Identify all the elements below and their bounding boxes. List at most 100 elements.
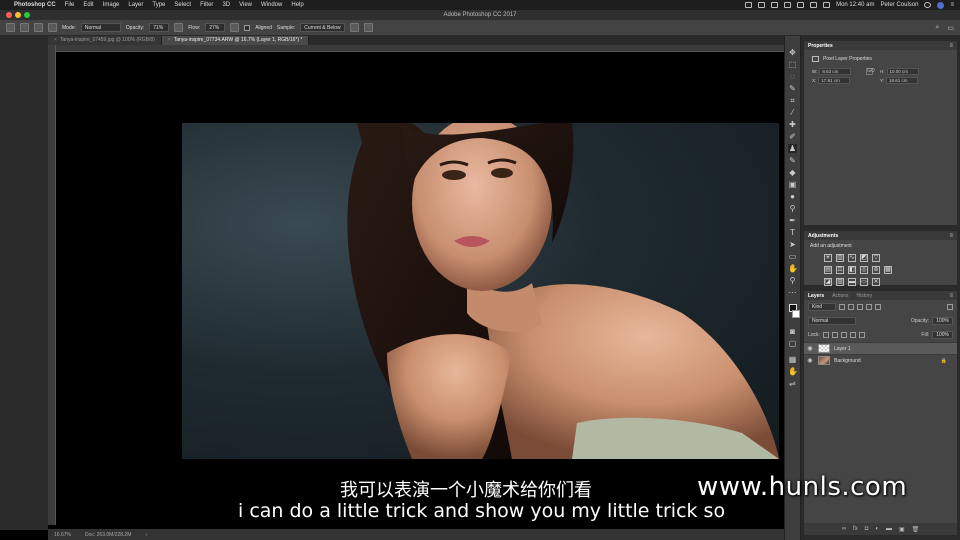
wifi-icon[interactable] bbox=[797, 2, 805, 8]
pen-tool-icon[interactable]: ✒ bbox=[788, 216, 797, 225]
menu-type[interactable]: Type bbox=[152, 2, 165, 8]
quick-select-tool-icon[interactable]: ✎ bbox=[788, 84, 797, 93]
curves-icon[interactable]: ∿ bbox=[848, 254, 856, 262]
menu-help[interactable]: Help bbox=[291, 2, 303, 8]
background-color-swatch[interactable] bbox=[791, 310, 800, 318]
color-lookup-icon[interactable]: ▦ bbox=[884, 266, 892, 274]
menu-window[interactable]: Window bbox=[261, 2, 282, 8]
actions-tab[interactable]: Actions bbox=[832, 293, 848, 299]
eraser-tool-icon[interactable]: ◆ bbox=[788, 168, 797, 177]
path-select-tool-icon[interactable]: ➤ bbox=[788, 240, 797, 249]
adjust-panel-icon[interactable]: ⇌ bbox=[788, 379, 797, 388]
history-tab[interactable]: History bbox=[857, 293, 873, 299]
brush-size-icon[interactable] bbox=[20, 23, 29, 32]
levels-icon[interactable]: ▥ bbox=[836, 254, 844, 262]
ruler-top[interactable] bbox=[56, 45, 784, 52]
layer-style-icon[interactable]: fx bbox=[853, 526, 858, 532]
color-balance-icon[interactable]: ⚖ bbox=[836, 266, 844, 274]
brightness-contrast-icon[interactable]: ☀ bbox=[824, 254, 832, 262]
adjustments-tab[interactable]: Adjustments bbox=[808, 233, 838, 239]
clone-source-icon[interactable] bbox=[48, 23, 57, 32]
properties-tab[interactable]: Properties bbox=[808, 43, 833, 49]
siri-icon[interactable] bbox=[937, 1, 945, 9]
type-tool-icon[interactable]: T bbox=[788, 228, 797, 237]
move-tool-icon[interactable]: ✥ bbox=[788, 48, 797, 57]
x-input[interactable]: 17.91 cm bbox=[818, 77, 851, 84]
menu-layer[interactable]: Layer bbox=[128, 2, 143, 8]
menu-image[interactable]: Image bbox=[103, 2, 120, 8]
hand-tool-icon[interactable]: ✋ bbox=[788, 264, 798, 273]
new-layer-icon[interactable]: ▣ bbox=[899, 526, 905, 533]
airbrush-icon[interactable] bbox=[230, 23, 240, 32]
quick-mask-icon[interactable]: ◙ bbox=[788, 327, 797, 336]
menu-select[interactable]: Select bbox=[174, 2, 191, 8]
filter-shape-icon[interactable] bbox=[866, 304, 872, 310]
lock-position-icon[interactable] bbox=[840, 332, 847, 338]
sample-select[interactable]: Current & Below bbox=[300, 23, 345, 32]
crop-tool-icon[interactable]: ⌗ bbox=[788, 96, 797, 105]
vibrance-icon[interactable]: ▽ bbox=[872, 254, 880, 262]
photo-filter-icon[interactable]: ◎ bbox=[860, 266, 868, 274]
lock-pixels-icon[interactable] bbox=[831, 332, 838, 338]
hand-panel-icon[interactable]: ✋ bbox=[788, 367, 798, 376]
layer-row[interactable]: ◉ Background 🔒 bbox=[804, 354, 957, 366]
search-icon[interactable]: ⌕ bbox=[935, 24, 939, 32]
eye-icon[interactable]: ◉ bbox=[804, 345, 816, 352]
lasso-tool-icon[interactable]: ◌ bbox=[788, 72, 797, 81]
layer-row[interactable]: ◉ Layer 1 bbox=[804, 342, 957, 354]
channel-mixer-icon[interactable]: ⊛ bbox=[872, 266, 880, 274]
clock[interactable]: Mon 12:40 am bbox=[836, 2, 874, 8]
menu-edit[interactable]: Edit bbox=[83, 2, 93, 8]
width-input[interactable]: 8.63 cm bbox=[819, 68, 852, 75]
doc-tab-2[interactable]: × Tanya-inspire_07734.ARW @ 16.7% (Layer … bbox=[161, 36, 310, 45]
marquee-tool-icon[interactable]: ⬚ bbox=[788, 60, 797, 69]
zoom-window-button[interactable] bbox=[24, 12, 30, 18]
delete-layer-icon[interactable]: 🗑 bbox=[912, 526, 920, 533]
invert-icon[interactable]: ◪ bbox=[824, 278, 832, 286]
link-icon[interactable]: GO bbox=[866, 68, 875, 75]
filter-toggle-icon[interactable] bbox=[947, 304, 953, 310]
close-tab-icon[interactable]: × bbox=[168, 37, 171, 43]
lock-transparent-icon[interactable] bbox=[822, 332, 829, 338]
eyedropper-tool-icon[interactable]: ⁄ bbox=[788, 108, 797, 117]
filter-smart-object-icon[interactable] bbox=[875, 304, 881, 310]
menu-app-name[interactable]: Photoshop CC bbox=[14, 2, 56, 8]
close-tab-icon[interactable]: × bbox=[54, 37, 57, 43]
black-white-icon[interactable]: ◧ bbox=[848, 266, 856, 274]
doc-size[interactable]: Doc: 263.0M/228.2M bbox=[85, 532, 131, 538]
pressure-size-icon[interactable] bbox=[363, 23, 373, 32]
brush-tool-icon[interactable]: ✐ bbox=[788, 132, 797, 141]
layers-tab[interactable]: Layers bbox=[808, 293, 824, 299]
filter-adjustment-icon[interactable] bbox=[848, 304, 854, 310]
panel-menu-icon[interactable]: ≡ bbox=[949, 233, 953, 239]
canvas-area[interactable] bbox=[56, 52, 784, 525]
volume-icon[interactable] bbox=[810, 2, 818, 8]
search-icon[interactable] bbox=[924, 2, 932, 8]
mode-select[interactable]: Normal bbox=[80, 23, 121, 32]
adjustment-layer-icon[interactable]: ◐ bbox=[875, 526, 879, 532]
hue-saturation-icon[interactable]: ▤ bbox=[824, 266, 832, 274]
dropbox-icon[interactable] bbox=[758, 2, 766, 8]
healing-tool-icon[interactable]: ✚ bbox=[788, 120, 797, 129]
layer-name[interactable]: Background bbox=[834, 358, 861, 364]
layer-opacity-input[interactable]: 100% bbox=[932, 317, 953, 325]
workspace-icon[interactable]: ▭ bbox=[947, 24, 954, 32]
zoom-tool-icon[interactable]: ⚲ bbox=[788, 276, 797, 285]
menu-file[interactable]: File bbox=[65, 2, 75, 8]
notification-icon[interactable]: ≡ bbox=[950, 2, 954, 8]
doc-tab-1[interactable]: × Tanya-inspire_07459.jpg @ 100% (RGB/8) bbox=[48, 36, 162, 45]
threshold-icon[interactable]: ▬ bbox=[848, 278, 856, 286]
bluetooth-icon[interactable] bbox=[784, 2, 792, 8]
user-name[interactable]: Peter Coulson bbox=[880, 2, 918, 8]
status-arrow-icon[interactable]: › bbox=[145, 532, 147, 538]
clone-stamp-preset-icon[interactable] bbox=[6, 23, 15, 32]
panel-menu-icon[interactable]: ≡ bbox=[949, 43, 953, 49]
selective-color-icon[interactable]: ✕ bbox=[872, 278, 880, 286]
filter-pixel-icon[interactable] bbox=[839, 304, 845, 310]
history-brush-tool-icon[interactable]: ✎ bbox=[788, 156, 797, 165]
battery-icon[interactable] bbox=[823, 2, 831, 8]
lock-artboard-icon[interactable] bbox=[849, 332, 856, 338]
pressure-opacity-icon[interactable] bbox=[174, 23, 184, 32]
menu-view[interactable]: View bbox=[239, 2, 252, 8]
more-tools-icon[interactable]: ⋯ bbox=[788, 288, 797, 297]
